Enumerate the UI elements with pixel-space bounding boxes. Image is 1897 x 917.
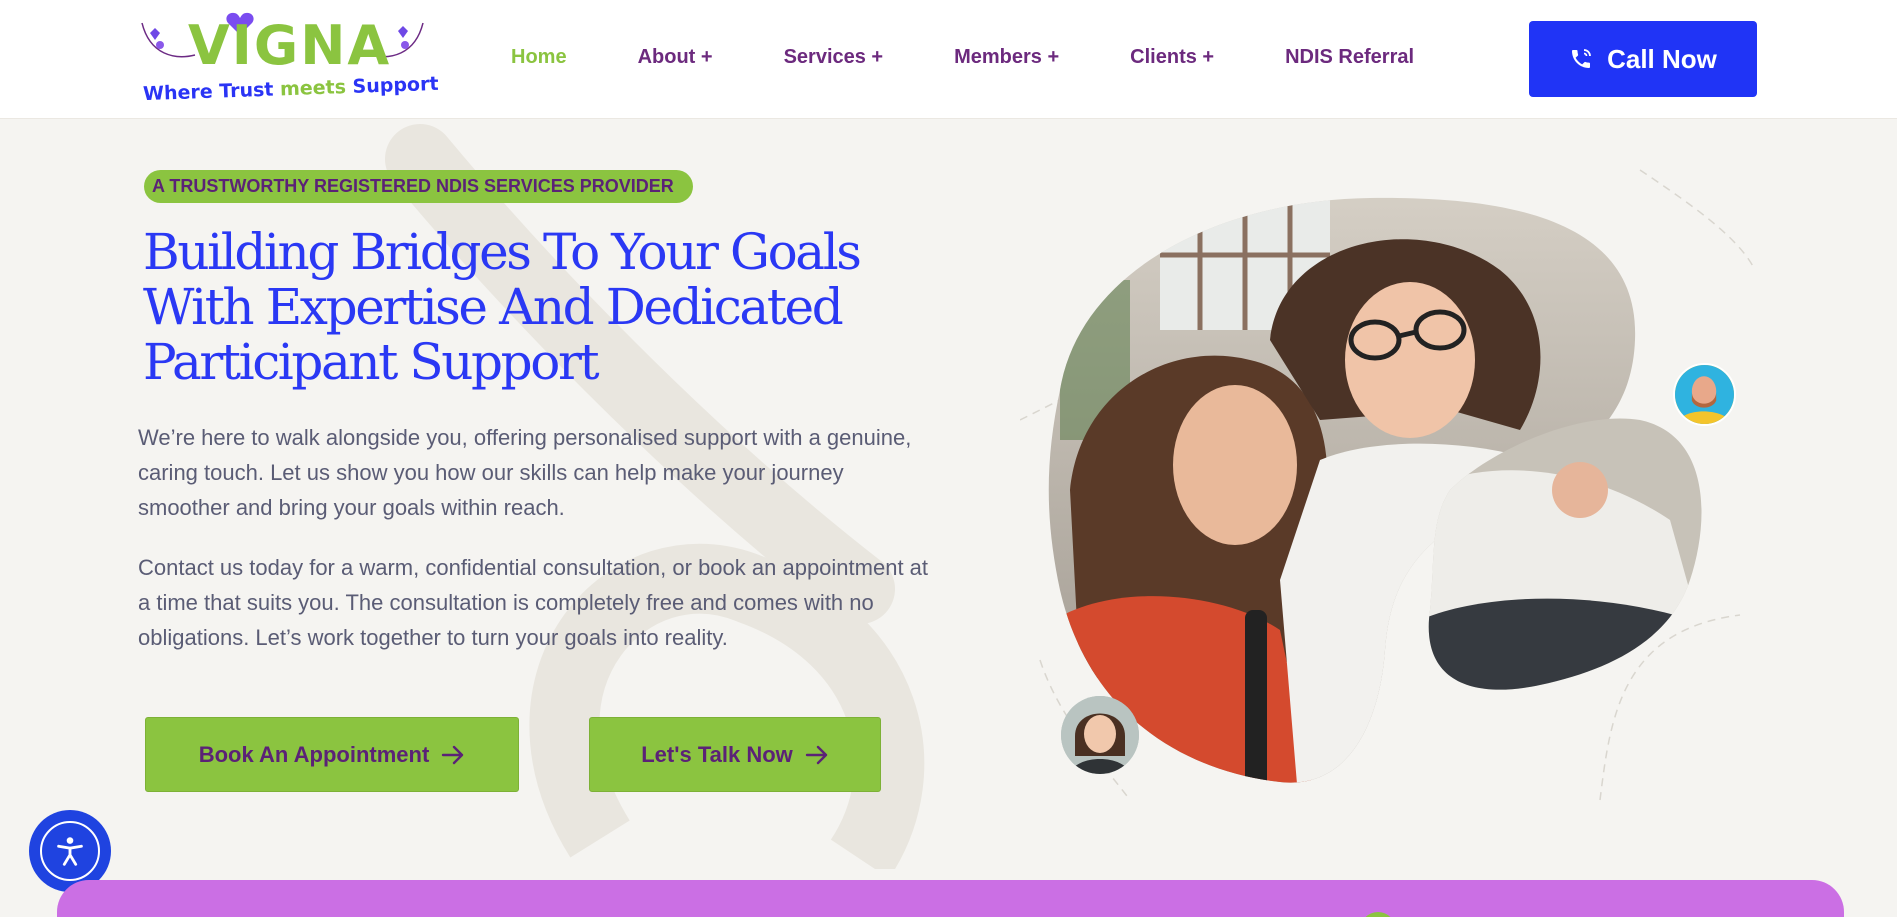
lets-talk-button[interactable]: Let's Talk Now [589, 717, 881, 792]
site-header: VIGNA Where Trust meets Support Home Abo… [0, 0, 1897, 119]
provider-badge: A TRUSTWORTHY REGISTERED NDIS SERVICES P… [144, 170, 693, 203]
nav-ndis-referral[interactable]: NDIS Referral [1285, 46, 1414, 69]
phone-icon [1572, 49, 1591, 68]
call-now-label: Call Now [1607, 43, 1717, 74]
nav-services[interactable]: Services + [784, 46, 884, 69]
book-appointment-label: Book An Appointment [198, 741, 430, 767]
logo-tagline: Where Trust meets Support [143, 73, 439, 105]
hero-headline: Building Bridges To Your Goals With Expe… [143, 223, 862, 391]
nav-clients[interactable]: Clients + [1130, 46, 1214, 69]
hero-paragraph-2: Contact us today for a warm, confidentia… [138, 555, 929, 650]
logo-tagline-part1: Where Trust [142, 78, 274, 106]
call-now-button[interactable]: Call Now [1529, 21, 1757, 97]
team-avatar-girl [1061, 696, 1139, 774]
features-band [57, 880, 1844, 917]
lets-talk-label: Let's Talk Now [641, 741, 793, 767]
nav-home[interactable]: Home [511, 46, 567, 69]
nav-about[interactable]: About + [638, 46, 713, 69]
team-avatar-man [1673, 363, 1736, 426]
logo-tagline-part3: Support [352, 72, 439, 98]
hero-paragraph-1: We’re here to walk alongside you, offeri… [138, 425, 912, 520]
site-logo[interactable]: VIGNA Where Trust meets Support [140, 10, 439, 106]
logo-wordmark: VIGNA [188, 14, 392, 77]
accessibility-icon [40, 821, 100, 881]
nav-members[interactable]: Members + [954, 46, 1059, 69]
arrow-right-icon [442, 745, 464, 764]
logo-tagline-part2: meets [279, 76, 347, 101]
book-appointment-button[interactable]: Book An Appointment [145, 717, 519, 792]
main-nav: Home About + Services + Members + Client… [511, 46, 1414, 69]
arrow-right-icon [805, 745, 827, 764]
